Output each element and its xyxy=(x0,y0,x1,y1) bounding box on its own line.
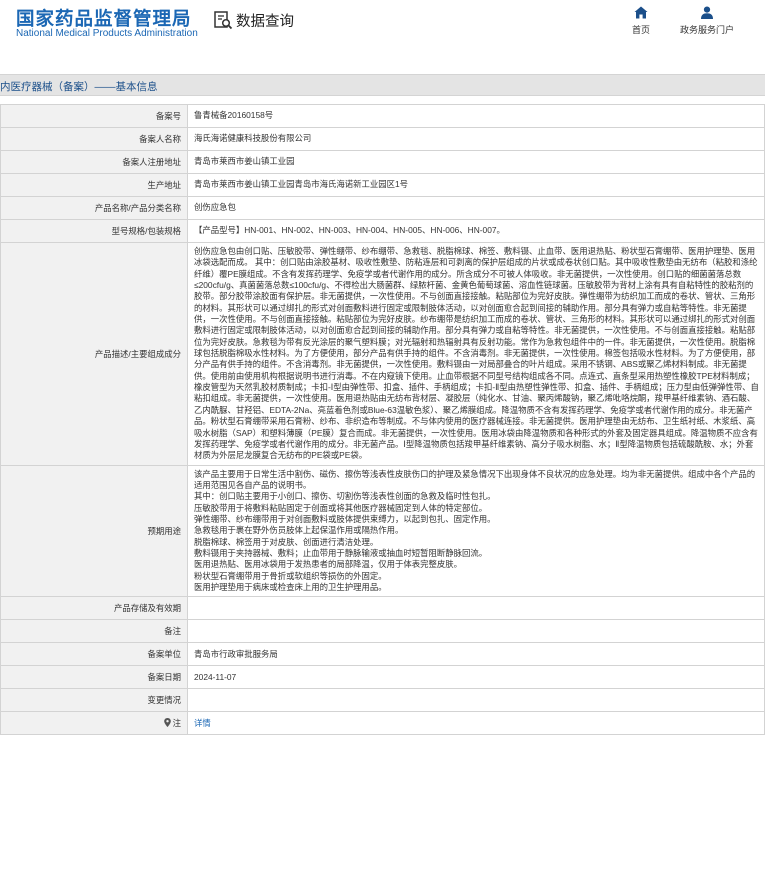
record-date-value: 2024-11-07 xyxy=(187,665,765,690)
detail-table: 备案号 鲁青械备20160158号 备案人名称 海氏海诺健康科技股份有限公司 备… xyxy=(0,104,765,736)
table-row: 生产地址 青岛市莱西市姜山镇工业园青岛市海氏海诺新工业园区1号 xyxy=(0,173,765,197)
table-row: 备注 xyxy=(0,619,765,644)
row-label: 备注 xyxy=(0,619,188,644)
nav-service-portal-label: 政务服务门户 xyxy=(679,25,734,35)
row-label: 备案号 xyxy=(0,104,188,128)
product-name-value: 创伤应急包 xyxy=(187,196,765,220)
applicant-value: 海氏海诺健康科技股份有限公司 xyxy=(187,127,765,151)
intended-use-value: 该产品主要用于日常生活中割伤、磁伤、擦伤等浅表性皮肤伤口的护理及紧急情况下出现身… xyxy=(187,464,765,598)
row-label: 变更情况 xyxy=(0,688,188,713)
intended-use-line: 急救毯用于裹在野外伤员肢体上起保温作用或隔热作用。 xyxy=(194,525,404,536)
storage-value xyxy=(187,596,765,621)
table-row: 备案人名称 海氏海诺健康科技股份有限公司 xyxy=(0,127,765,151)
table-row: 产品名称/产品分类名称 创伤应急包 xyxy=(0,196,765,220)
row-label: 型号规格/包装规格 xyxy=(0,219,188,243)
intended-use-line: 脱脂棉球、棉签用于对皮肤、创面进行清洁处理。 xyxy=(194,536,379,547)
note-label-cell: 注 xyxy=(0,711,188,736)
home-icon xyxy=(634,6,648,19)
row-label: 产品描述/主要组成成分 xyxy=(0,242,188,466)
description-value: 创伤应急包由创口贴、压敏胶带、弹性绷带、纱布绷带、急救毯、脱脂棉球、棉签、敷料镊… xyxy=(187,242,765,466)
note-value: 详情 xyxy=(187,711,765,736)
table-row: 变更情况 xyxy=(0,688,765,713)
section-title: 内医疗器械（备案）——基本信息 xyxy=(0,81,158,93)
record-number-value: 鲁青械备20160158号 xyxy=(187,104,765,128)
nav-service-portal[interactable]: 政务服务门户 xyxy=(674,6,740,36)
row-label: 产品名称/产品分类名称 xyxy=(0,196,188,220)
model-spec-value: 【产品型号】HN-001、HN-002、HN-003、HN-004、HN-005… xyxy=(187,219,765,243)
intended-use-line: 压敏胶带用于将敷料粘贴固定于创面或将其他医疗器械固定到人体的特定部位。 xyxy=(194,502,488,513)
row-label: 备案日期 xyxy=(0,665,188,690)
table-row: 备案号 鲁青械备20160158号 xyxy=(0,104,765,128)
table-row: 预期用途 该产品主要用于日常生活中割伤、磁伤、擦伤等浅表性皮肤伤口的护理及紧急情… xyxy=(0,464,765,598)
row-label: 产品存储及有效期 xyxy=(0,596,188,621)
site-header: 国家药品监督管理局 National Medical Products Admi… xyxy=(0,0,765,44)
user-icon xyxy=(701,6,713,19)
row-label: 注 xyxy=(172,718,181,729)
intended-use-line: 弹性绷带、纱布绷带用于对创面敷料或肢体提供束缚力，以起到包扎、固定作用。 xyxy=(194,513,496,524)
data-query-label: 数据查询 xyxy=(236,13,294,30)
changes-value xyxy=(187,688,765,713)
location-pin-icon xyxy=(163,718,171,728)
intended-use-line: 其中：创口贴主要用于小创口、擦伤、切割伤等浅表性创面的急救及临时性包扎。 xyxy=(194,491,496,502)
remark-value xyxy=(187,619,765,644)
logo-subtitle: National Medical Products Administration xyxy=(16,28,198,39)
document-search-icon xyxy=(213,10,233,30)
intended-use-line: 该产品主要用于日常生活中割伤、磁伤、擦伤等浅表性皮肤伤口的护理及紧急情况下出现身… xyxy=(194,468,756,490)
table-row: 注 详情 xyxy=(0,711,765,736)
table-row: 备案人注册地址 青岛市莱西市姜山镇工业园 xyxy=(0,150,765,174)
table-row: 备案日期 2024-11-07 xyxy=(0,665,765,690)
row-label: 备案人名称 xyxy=(0,127,188,151)
table-row: 产品描述/主要组成成分 创伤应急包由创口贴、压敏胶带、弹性绷带、纱布绷带、急救毯… xyxy=(0,242,765,466)
row-label: 备案人注册地址 xyxy=(0,150,188,174)
row-label: 预期用途 xyxy=(0,464,188,598)
details-link[interactable]: 详情 xyxy=(194,718,211,728)
table-row: 产品存储及有效期 xyxy=(0,596,765,621)
table-row: 备案单位 青岛市行政审批服务局 xyxy=(0,642,765,667)
table-row: 型号规格/包装规格 【产品型号】HN-001、HN-002、HN-003、HN-… xyxy=(0,219,765,243)
production-address-value: 青岛市莱西市姜山镇工业园青岛市海氏海诺新工业园区1号 xyxy=(187,173,765,197)
intended-use-line: 敷料镊用于夹持器械、敷料；止血带用于静脉输液或抽血时短暂阻断静脉回流。 xyxy=(194,547,488,558)
nav-home[interactable]: 首页 xyxy=(626,6,656,36)
registered-address-value: 青岛市莱西市姜山镇工业园 xyxy=(187,150,765,174)
intended-use-line: 医用退热贴、医用冰袋用于发热患者的局部降温，仅用于体表完整皮肤。 xyxy=(194,559,462,570)
data-query-heading: 数据查询 xyxy=(213,9,294,31)
nav-home-label: 首页 xyxy=(631,25,650,35)
agency-value: 青岛市行政审批服务局 xyxy=(187,642,765,667)
row-label: 生产地址 xyxy=(0,173,188,197)
section-header: 内医疗器械（备案）——基本信息 xyxy=(0,74,765,96)
intended-use-line: 医用护理垫用于病床或检查床上用的卫生护理用品。 xyxy=(194,581,387,592)
row-label: 备案单位 xyxy=(0,642,188,667)
intended-use-line: 粉状型石膏绷带用于骨折或软组织等损伤的外固定。 xyxy=(194,570,387,581)
